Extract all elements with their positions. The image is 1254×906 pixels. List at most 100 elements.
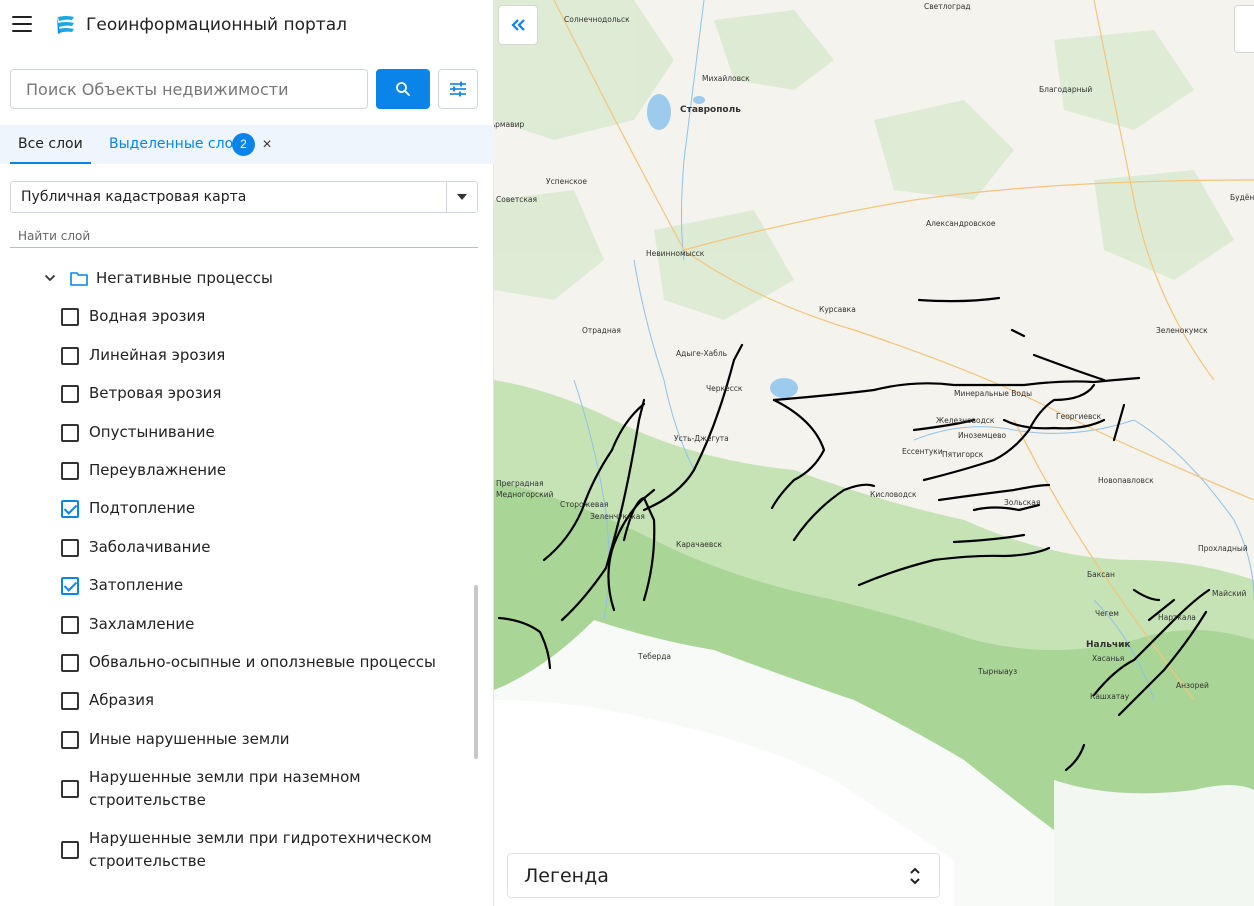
map-place-label: Усть-Джегута xyxy=(674,434,729,443)
map-place-label: Пятигорск xyxy=(942,450,984,459)
tab-all-layers[interactable]: Все слои xyxy=(10,125,91,164)
map-canvas[interactable]: Светлоград Солнечнодольск Михайловск Ставро… xyxy=(494,0,1254,906)
checkbox-checked[interactable] xyxy=(61,576,79,595)
basemap-select[interactable]: Публичная кадастровая карта xyxy=(10,181,478,213)
legend-title: Легенда xyxy=(524,865,609,887)
layer-tabs: Все слои Выделенные слои 2 × xyxy=(0,125,494,164)
map-place-label: Зеленчукская xyxy=(590,512,645,521)
sliders-icon xyxy=(450,81,466,97)
layer-label: Ветровая эрозия xyxy=(89,384,222,402)
app-header: Геоинформационный портал xyxy=(0,0,494,52)
map-place-label: Нарткала xyxy=(1158,613,1196,622)
map-place-label: Карачаевск xyxy=(676,540,722,549)
checkbox[interactable] xyxy=(61,461,79,480)
layer-search-input[interactable] xyxy=(10,225,478,247)
layer-label: Заболачивание xyxy=(89,538,211,556)
layer-item[interactable]: Захламление xyxy=(61,613,194,636)
layer-label: Подтопление xyxy=(89,499,196,517)
folder-icon xyxy=(70,271,88,286)
map-place-label: Преградная xyxy=(496,479,544,488)
map-place-label: Курсавка xyxy=(819,305,856,314)
layer-label: Переувлажнение xyxy=(89,461,227,479)
layer-group-negative-processes[interactable]: Негативные процессы xyxy=(44,266,273,290)
layer-label: Опустынивание xyxy=(89,423,215,441)
checkbox[interactable] xyxy=(61,691,79,710)
selected-count-badge: 2 xyxy=(232,133,255,156)
search-button[interactable] xyxy=(376,69,430,109)
layer-item[interactable]: Опустынивание xyxy=(61,421,215,444)
menu-icon[interactable] xyxy=(12,16,32,32)
layer-label: Иные нарушенные земли xyxy=(89,730,290,748)
layer-item[interactable]: Абразия xyxy=(61,689,154,712)
checkbox[interactable] xyxy=(61,538,79,557)
layer-item[interactable]: Переувлажнение xyxy=(61,459,226,482)
sidebar: Геоинформационный портал Все слои Выделе… xyxy=(0,0,494,906)
filter-button[interactable] xyxy=(438,69,478,109)
layer-item[interactable]: Линейная эрозия xyxy=(61,344,225,367)
map-place-label: Майский xyxy=(1212,589,1246,598)
checkbox[interactable] xyxy=(61,730,79,749)
layer-label: Нарушенные земли при гидротехническом ст… xyxy=(89,829,432,870)
search-box[interactable] xyxy=(10,69,368,109)
layer-item[interactable]: Затопление xyxy=(61,574,183,597)
map-place-label: Советская xyxy=(496,195,537,204)
app-title: Геоинформационный портал xyxy=(86,15,347,35)
map-place-label: Баксан xyxy=(1087,570,1115,579)
collapse-sidebar-button[interactable] xyxy=(498,5,538,45)
layer-item[interactable]: Ветровая эрозия xyxy=(61,382,221,405)
map-place-label: Чегем xyxy=(1095,609,1119,618)
map-place-label: Александровское xyxy=(926,219,996,228)
legend-panel[interactable]: Легенда xyxy=(507,853,940,898)
layer-label: Линейная эрозия xyxy=(89,346,226,364)
checkbox[interactable] xyxy=(61,780,79,798)
layer-item[interactable]: Заболачивание xyxy=(61,536,210,559)
map-place-label: Армавир xyxy=(494,120,524,129)
checkbox[interactable] xyxy=(61,423,79,442)
clear-selected-button[interactable]: × xyxy=(259,133,275,156)
layer-label: Обвально-осыпные и оползневые процессы xyxy=(89,653,436,671)
map-place-label: Железноводск xyxy=(936,416,995,425)
sidebar-scrollbar[interactable] xyxy=(474,585,478,759)
map-place-label: Зольская xyxy=(1004,498,1040,507)
checkbox[interactable] xyxy=(61,346,79,365)
map-place-label: Тырныауз xyxy=(977,667,1017,676)
checkbox[interactable] xyxy=(61,384,79,403)
dropdown-arrow-icon[interactable] xyxy=(446,182,477,212)
map-place-label: Светлоград xyxy=(924,2,971,11)
map-tools-button[interactable] xyxy=(1234,5,1254,53)
checkbox[interactable] xyxy=(61,307,79,326)
map-place-label: Кашхатау xyxy=(1090,692,1130,701)
layer-item[interactable]: Подтопление xyxy=(61,497,195,520)
layer-label: Водная эрозия xyxy=(89,307,206,325)
search-input[interactable] xyxy=(11,70,367,108)
layer-search-field[interactable] xyxy=(10,225,478,248)
checkbox-checked[interactable] xyxy=(61,499,79,518)
expand-collapse-icon[interactable] xyxy=(909,865,921,887)
map-place-label: Солнечнодольск xyxy=(564,15,630,24)
portal-logo-icon xyxy=(57,16,74,34)
map-place-label: Прохладный xyxy=(1198,544,1248,553)
layer-item[interactable]: Иные нарушенные земли xyxy=(61,728,290,751)
map-place-label: Иноземцево xyxy=(958,431,1007,440)
layer-item[interactable]: Нарушенные земли при наземном строительс… xyxy=(61,766,449,812)
layer-item[interactable]: Нарушенные земли при гидротехническом ст… xyxy=(61,827,449,873)
tab-selected-layers[interactable]: Выделенные слои xyxy=(109,125,242,164)
layer-label: Захламление xyxy=(89,615,195,633)
map-place-label: Михайловск xyxy=(702,74,750,83)
map-place-label: Ставрополь xyxy=(680,105,741,115)
layer-item[interactable]: Водная эрозия xyxy=(61,305,205,328)
layer-item[interactable]: Обвально-осыпные и оползневые процессы xyxy=(61,651,436,674)
checkbox[interactable] xyxy=(61,841,79,859)
map-place-label: Будённовск xyxy=(1230,193,1254,202)
map-place-label: Минеральные Воды xyxy=(954,389,1032,398)
checkbox[interactable] xyxy=(61,653,79,672)
map-place-label: Хасанья xyxy=(1092,654,1124,663)
map-place-label: Теберда xyxy=(637,652,671,661)
checkbox[interactable] xyxy=(61,615,79,634)
chevron-down-icon[interactable] xyxy=(44,274,56,282)
map-place-label: Адыге-Хабль xyxy=(676,349,727,358)
basemap-select-value: Публичная кадастровая карта xyxy=(21,189,247,205)
map-place-label: Зеленокумск xyxy=(1156,326,1208,335)
map-place-label: Георгиевск xyxy=(1056,412,1102,421)
map-layer: Светлоград Солнечнодольск Михайловск Ставро… xyxy=(494,0,1254,906)
